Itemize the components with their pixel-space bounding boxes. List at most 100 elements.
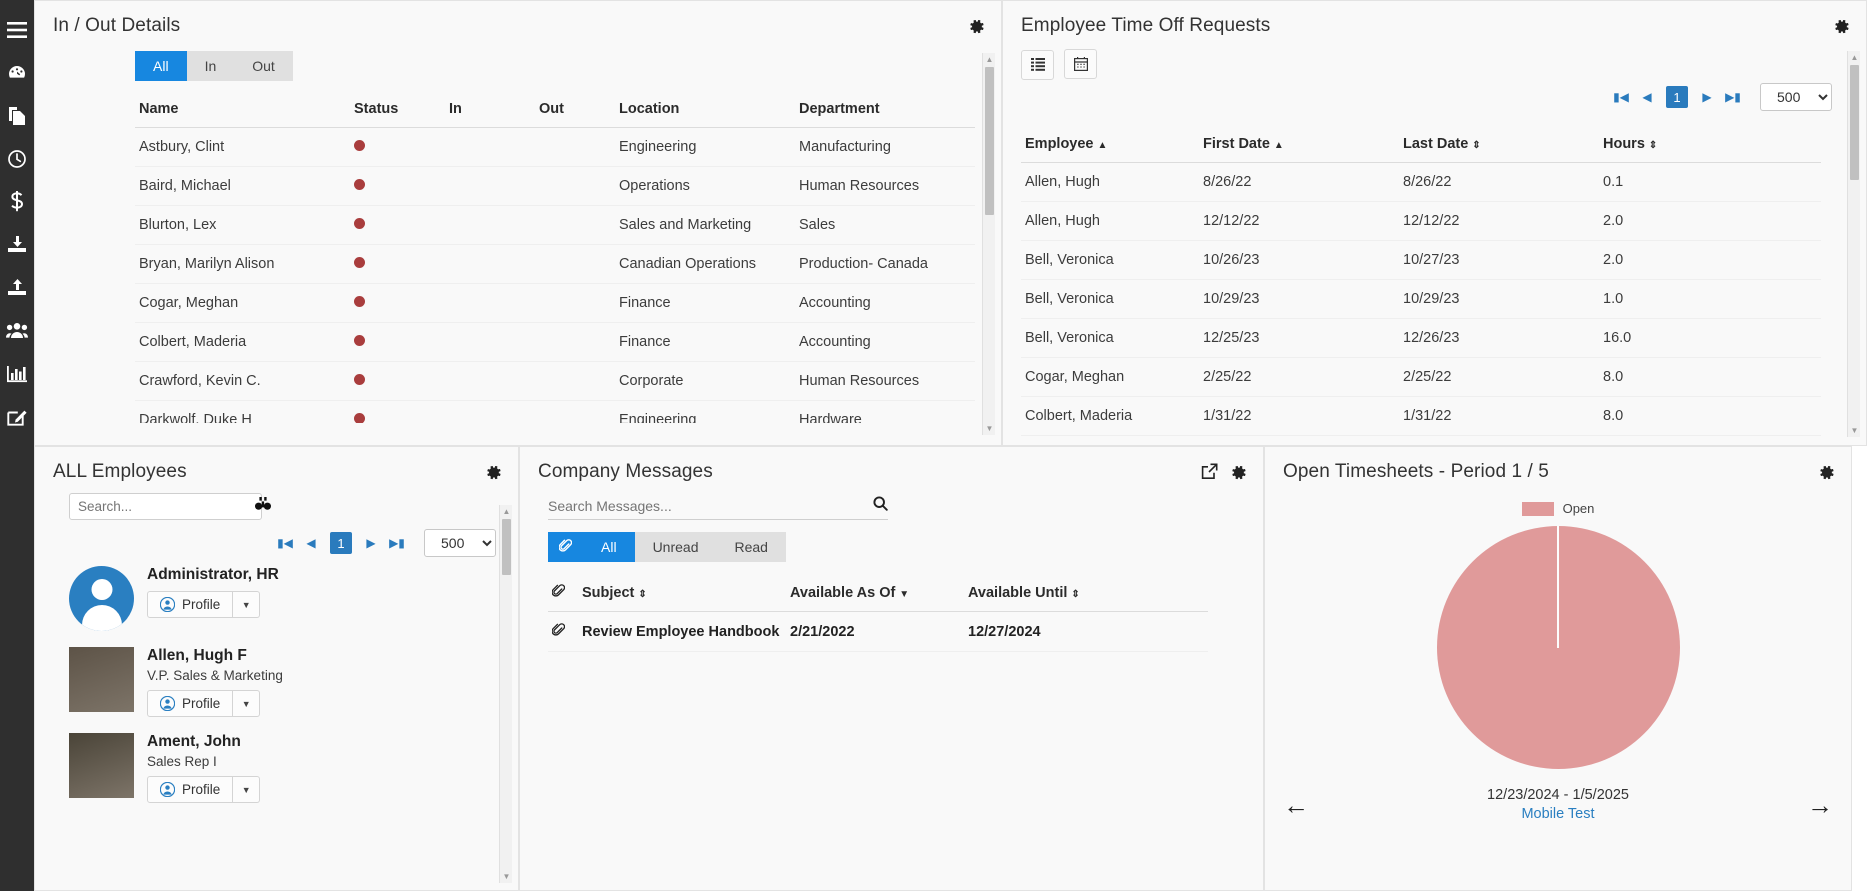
table-row[interactable]: Darkwolf, Duke H Engineering Hardware xyxy=(135,400,975,423)
col-department[interactable]: Department xyxy=(795,93,975,128)
scroll-thumb[interactable] xyxy=(985,67,994,215)
pager-next-button[interactable]: ▶ xyxy=(1694,84,1720,110)
search-messages-input[interactable] xyxy=(548,498,873,514)
pager-page-1[interactable]: 1 xyxy=(1666,86,1688,108)
documents-icon[interactable] xyxy=(0,94,34,137)
pager-last-button[interactable]: ▶▮ xyxy=(384,530,410,556)
filter-all-button[interactable]: All xyxy=(135,51,187,81)
open-external-icon[interactable] xyxy=(1201,463,1219,481)
time-off-scrollbar[interactable]: ▲ ▼ xyxy=(1847,51,1860,437)
cell-subject[interactable]: Review Employee Handbook xyxy=(578,611,786,652)
gear-icon[interactable] xyxy=(967,17,985,35)
dashboard-icon[interactable] xyxy=(0,51,34,94)
scroll-thumb[interactable] xyxy=(1850,65,1859,180)
page-size-select[interactable]: 500 xyxy=(1760,83,1832,111)
col-hours[interactable]: Hours ⇕ xyxy=(1599,127,1821,163)
list-view-icon[interactable] xyxy=(1021,49,1054,80)
profile-dropdown-caret[interactable]: ▼ xyxy=(233,690,261,717)
profile-button[interactable]: Profile xyxy=(147,591,234,618)
table-row[interactable]: Bell, Veronica 12/25/23 12/26/23 16.0 xyxy=(1021,318,1821,358)
employee-list-item[interactable]: Ament, John Sales Rep I Profile ▼ xyxy=(35,725,518,811)
pager-last-button[interactable]: ▶▮ xyxy=(1720,84,1746,110)
pager-page-1[interactable]: 1 xyxy=(330,532,352,554)
col-in[interactable]: In xyxy=(445,93,535,128)
dollar-icon[interactable] xyxy=(0,180,34,223)
gear-icon[interactable] xyxy=(1832,17,1850,35)
employee-list-item[interactable]: Administrator, HR Profile ▼ xyxy=(35,558,518,639)
pager-first-button[interactable]: ▮◀ xyxy=(1608,84,1634,110)
table-row[interactable]: Allen, Hugh 8/26/22 8/26/22 0.1 xyxy=(1021,162,1821,202)
upload-icon[interactable] xyxy=(0,266,34,309)
pager-prev-button[interactable]: ◀ xyxy=(1634,84,1660,110)
pager-next-button[interactable]: ▶ xyxy=(358,530,384,556)
next-period-arrow[interactable]: → xyxy=(1807,792,1833,818)
binoculars-icon[interactable] xyxy=(255,497,271,516)
prev-period-arrow[interactable]: ← xyxy=(1283,792,1309,818)
pager-prev-button[interactable]: ◀ xyxy=(298,530,324,556)
col-available-until[interactable]: Available Until ⇕ xyxy=(964,576,1208,612)
edit-icon[interactable] xyxy=(0,395,34,438)
col-out[interactable]: Out xyxy=(535,93,615,128)
employee-list-item[interactable]: Allen, Hugh F V.P. Sales & Marketing Profi… xyxy=(35,639,518,725)
table-row[interactable]: Cogar, Meghan 2/25/22 2/25/22 8.0 xyxy=(1021,357,1821,397)
profile-button[interactable]: Profile xyxy=(147,776,234,803)
table-row[interactable]: Bryan, Marilyn Alison Canadian Operations… xyxy=(135,244,975,284)
people-icon[interactable] xyxy=(0,309,34,352)
table-row[interactable]: Allen, Hugh 12/12/22 12/12/22 2.0 xyxy=(1021,201,1821,241)
table-row[interactable]: Bell, Veronica 10/29/23 10/29/23 1.0 xyxy=(1021,279,1821,319)
table-row[interactable]: Bell, Veronica 10/26/23 10/27/23 2.0 xyxy=(1021,240,1821,280)
col-first-date[interactable]: First Date ▲ xyxy=(1199,127,1399,163)
download-icon[interactable] xyxy=(0,223,34,266)
table-row[interactable]: Lockhart, Grace11/5/2411/8/2432.0 xyxy=(1021,435,1821,445)
filter-unread-button[interactable]: Unread xyxy=(634,532,717,562)
profile-dropdown-caret[interactable]: ▼ xyxy=(233,591,261,618)
pager-first-button[interactable]: ▮◀ xyxy=(272,530,298,556)
table-row[interactable]: Colbert, Maderia 1/31/22 1/31/22 8.0 xyxy=(1021,396,1821,436)
table-row[interactable]: Review Employee Handbook 2/21/2022 12/27/2… xyxy=(548,611,1208,652)
filter-all-button[interactable]: All xyxy=(583,532,635,562)
col-last-date[interactable]: Last Date ⇕ xyxy=(1399,127,1599,163)
chart-icon[interactable] xyxy=(0,352,34,395)
col-status[interactable]: Status xyxy=(350,93,445,128)
scroll-down-arrow[interactable]: ▼ xyxy=(1850,426,1859,435)
scroll-thumb[interactable] xyxy=(502,519,511,575)
profile-dropdown-caret[interactable]: ▼ xyxy=(233,776,261,803)
profile-button[interactable]: Profile xyxy=(147,690,234,717)
filter-read-button[interactable]: Read xyxy=(716,532,786,562)
employees-scrollbar[interactable]: ▲ ▼ xyxy=(499,505,512,883)
scroll-up-arrow[interactable]: ▲ xyxy=(502,507,511,516)
search-input[interactable] xyxy=(78,499,255,514)
open-timesheets-pie-chart[interactable] xyxy=(1436,526,1680,769)
col-name[interactable]: Name xyxy=(135,93,350,128)
table-row[interactable]: Baird, Michael Operations Human Resources xyxy=(135,166,975,206)
filter-out-button[interactable]: Out xyxy=(234,51,293,81)
mobile-test-link[interactable]: Mobile Test xyxy=(1487,806,1629,822)
table-row[interactable]: Cogar, Meghan Finance Accounting xyxy=(135,283,975,323)
table-row[interactable]: Crawford, Kevin C. Corporate Human Resourc… xyxy=(135,361,975,401)
gear-icon[interactable] xyxy=(1817,463,1835,481)
scroll-down-arrow[interactable]: ▼ xyxy=(502,872,511,881)
filter-in-button[interactable]: In xyxy=(186,51,235,81)
search-icon[interactable] xyxy=(873,496,888,516)
clock-icon[interactable] xyxy=(0,137,34,180)
table-row[interactable]: Astbury, Clint Engineering Manufacturing xyxy=(135,127,975,167)
col-subject[interactable]: Subject ⇕ xyxy=(578,576,786,612)
col-location[interactable]: Location xyxy=(615,93,795,128)
table-row[interactable]: Blurton, Lex Sales and Marketing Sales xyxy=(135,205,975,245)
menu-icon[interactable] xyxy=(0,8,34,51)
page-size-select[interactable]: 500 xyxy=(424,529,496,557)
cell-attachment[interactable] xyxy=(548,611,578,652)
gear-icon[interactable] xyxy=(1229,463,1247,481)
gear-icon[interactable] xyxy=(484,463,502,481)
col-available-as-of[interactable]: Available As Of ▼ xyxy=(786,576,964,612)
scroll-down-arrow[interactable]: ▼ xyxy=(985,424,994,433)
attachment-filter-button[interactable] xyxy=(548,532,583,562)
message-search-box[interactable] xyxy=(548,493,888,520)
scroll-up-arrow[interactable]: ▲ xyxy=(1850,53,1859,62)
in-out-scrollbar[interactable]: ▲ ▼ xyxy=(982,53,995,435)
calendar-view-icon[interactable] xyxy=(1064,49,1098,79)
col-employee[interactable]: Employee ▲ xyxy=(1021,127,1199,163)
scroll-up-arrow[interactable]: ▲ xyxy=(985,55,994,64)
employee-search-box[interactable] xyxy=(69,493,271,520)
table-row[interactable]: Colbert, Maderia Finance Accounting xyxy=(135,322,975,362)
